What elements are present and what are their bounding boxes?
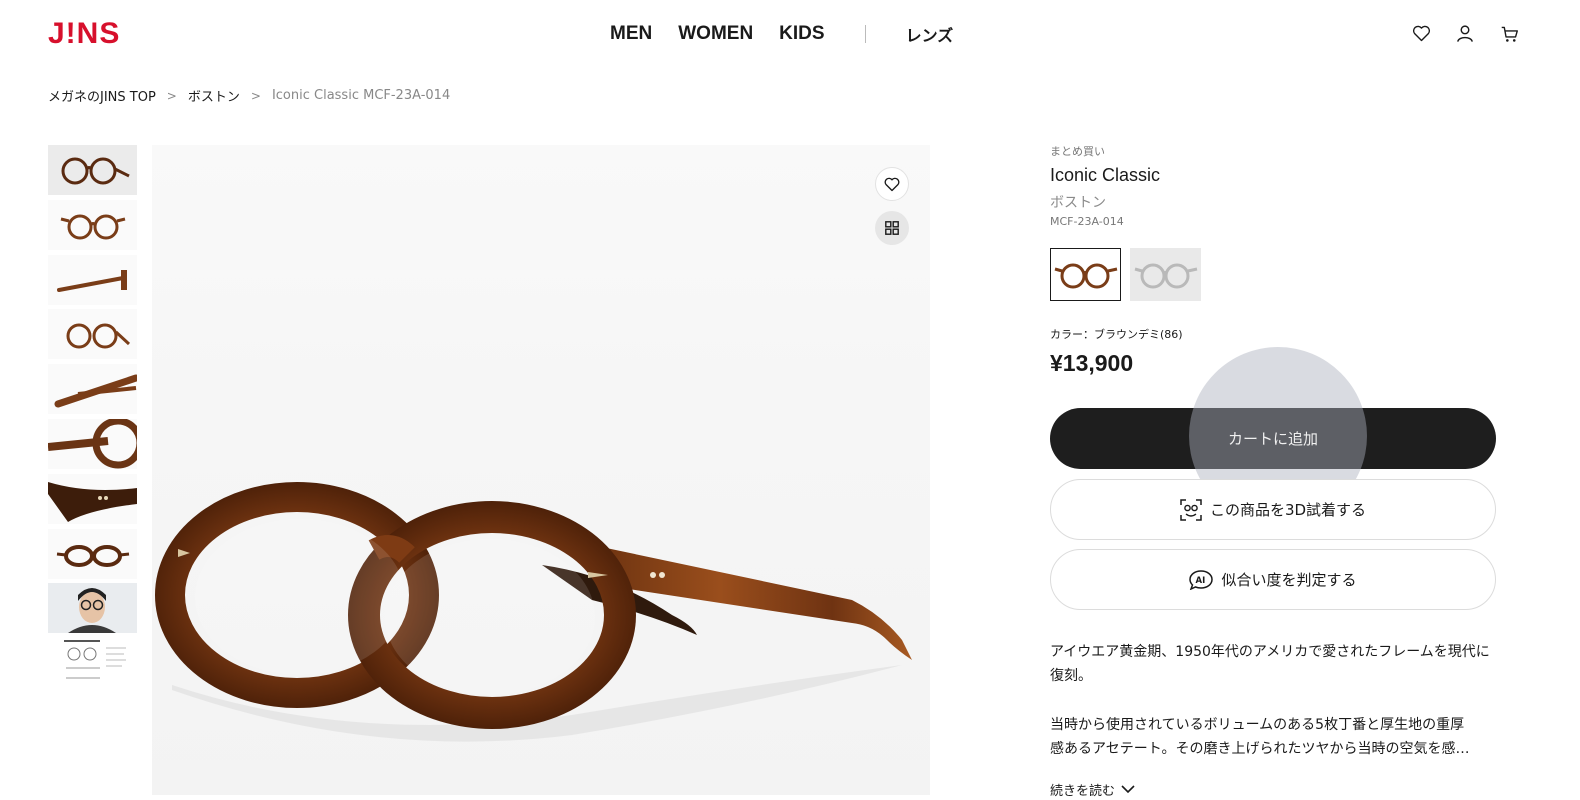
thumbnail-temple-detail[interactable] — [48, 364, 137, 415]
nav-women[interactable]: WOMEN — [678, 23, 753, 45]
face-scan-icon — [1180, 498, 1202, 521]
heart-icon[interactable] — [1410, 22, 1432, 44]
thumbnail-temple-rivet[interactable] — [48, 473, 137, 524]
product-info: まとめ買い Iconic Classic ボストン MCF-23A-014 カラ… — [1050, 143, 1496, 377]
nav-kids[interactable]: KIDS — [779, 23, 824, 45]
description-line-2: 感あるアセテート。その磨き上げられたツヤから当時の空気を感… — [1050, 741, 1470, 757]
user-icon[interactable] — [1454, 22, 1476, 44]
try-3d-label: この商品を3D試着する — [1209, 501, 1367, 519]
product-name: Iconic Classic — [1050, 165, 1161, 185]
thumbnail-list — [48, 145, 137, 693]
thumbnail-model-wearing[interactable] — [48, 583, 137, 634]
color-label: カラー：ブラウンデミ(86) — [1050, 328, 1183, 341]
breadcrumb-current: Iconic Classic MCF-23A-014 — [271, 88, 451, 103]
breadcrumb-top[interactable]: メガネのJINS TOP — [48, 86, 156, 105]
bulk-purchase-label: まとめ買い — [1050, 145, 1105, 158]
nav-lens[interactable]: レンズ — [906, 22, 954, 46]
description-paragraph-2: 当時から使用されているボリュームのある5枚丁番と厚生地の重厚 感あるアセテート。… — [1050, 713, 1496, 761]
ai-fit-label: 似合い度を判定する — [1221, 571, 1357, 589]
nav-divider — [864, 25, 866, 43]
main-nav: MEN WOMEN KIDS レンズ — [610, 20, 953, 48]
product-description: アイウエア黄金期、1950年代のアメリカで愛されたフレームを現代に復刻。 当時か… — [1050, 640, 1496, 786]
breadcrumb-boston[interactable]: ボストン — [188, 86, 240, 105]
product-price: ¥13,900 — [1050, 350, 1134, 376]
thumbnail-front-angle[interactable] — [48, 145, 137, 195]
try-3d-button[interactable]: この商品を3D試着する — [1050, 479, 1496, 540]
thumbnail-front-tilted[interactable] — [48, 309, 137, 360]
swatch-brown-demi[interactable] — [1050, 248, 1121, 301]
breadcrumb: メガネのJINS TOP > ボストン > Iconic Classic MCF… — [48, 86, 450, 105]
breadcrumb-separator: > — [250, 88, 261, 103]
thumbnail-spec-sheet[interactable] — [48, 638, 137, 689]
thumbnail-hinge-detail[interactable] — [48, 418, 137, 469]
read-more-link[interactable]: 続きを読む — [1050, 780, 1135, 799]
thumbnail-side[interactable] — [48, 254, 137, 305]
add-to-cart-button[interactable]: カートに追加 — [1050, 408, 1496, 469]
color-swatches — [1050, 248, 1496, 301]
description-paragraph-1: アイウエア黄金期、1950年代のアメリカで愛されたフレームを現代に復刻。 — [1050, 644, 1490, 684]
ai-icon: AI — [1189, 569, 1214, 590]
swatch-clear[interactable] — [1130, 248, 1201, 301]
breadcrumb-separator: > — [166, 88, 177, 103]
product-code: MCF-23A-014 — [1050, 215, 1124, 228]
description-line-1: 当時から使用されているボリュームのある5枚丁番と厚生地の重厚 — [1050, 717, 1465, 733]
grid-view-button[interactable] — [875, 211, 909, 245]
product-main-image[interactable] — [152, 145, 930, 795]
thumbnail-top-view[interactable] — [48, 528, 137, 579]
thumbnail-front[interactable] — [48, 199, 137, 250]
favorite-button[interactable] — [875, 167, 909, 201]
svg-text:AI: AI — [1196, 576, 1206, 586]
chevron-down-icon — [1121, 785, 1135, 794]
product-shape: ボストン — [1050, 195, 1106, 211]
add-to-cart-label: カートに追加 — [1227, 430, 1318, 448]
ai-fit-button[interactable]: AI 似合い度を判定する — [1050, 549, 1496, 610]
header-icons — [1410, 22, 1520, 44]
jins-logo[interactable]: J!NS — [48, 17, 120, 50]
read-more-label: 続きを読む — [1050, 784, 1116, 799]
cart-icon[interactable] — [1498, 22, 1520, 44]
nav-men[interactable]: MEN — [610, 23, 652, 45]
